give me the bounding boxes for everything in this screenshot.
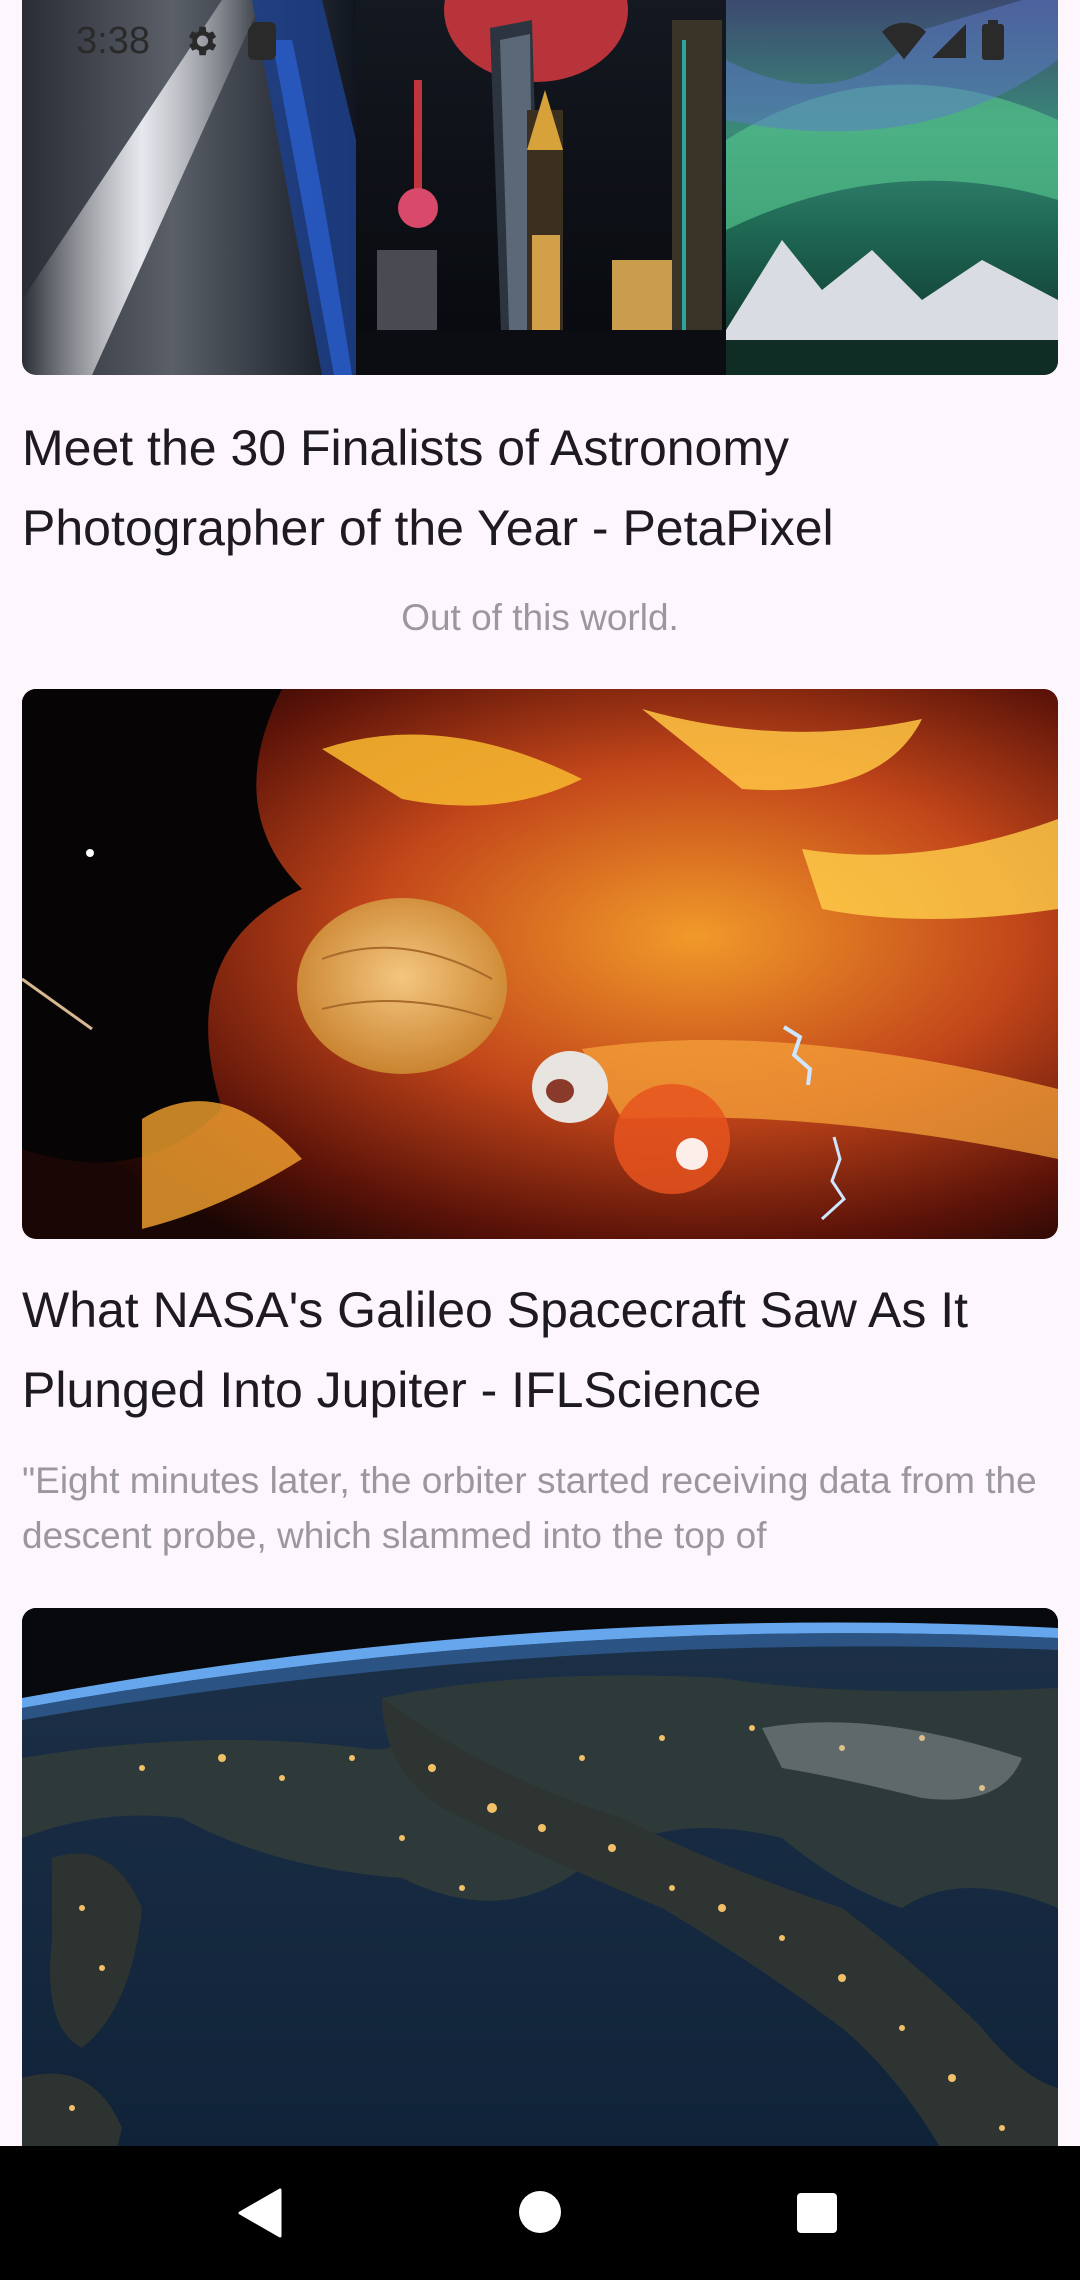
battery-icon [982, 20, 1004, 60]
sim-card-icon [248, 22, 276, 60]
cell-signal-icon [932, 24, 966, 58]
app-screen: Meet the 30 Finalists of Astronomy Photo… [0, 0, 1080, 2280]
article-title[interactable]: Meet the 30 Finalists of Astronomy Photo… [22, 408, 1058, 568]
article-image-galileo-probe[interactable] [22, 689, 1058, 1239]
home-icon[interactable] [518, 2190, 562, 2234]
news-feed[interactable]: Meet the 30 Finalists of Astronomy Photo… [0, 0, 1080, 2146]
article-image-earth-night[interactable] [22, 1608, 1058, 2146]
status-time: 3:38 [76, 20, 150, 62]
navigation-bar [0, 2146, 1080, 2280]
article-description: Out of this world. [401, 597, 679, 638]
recent-apps-icon[interactable] [796, 2192, 838, 2234]
status-bar: 3:38 [0, 0, 1080, 88]
gear-icon [188, 26, 217, 56]
article-description: "Eight minutes later, the orbiter starte… [22, 1460, 1037, 1556]
back-icon[interactable] [236, 2188, 282, 2238]
article-title[interactable]: What NASA's Galileo Spacecraft Saw As It… [22, 1270, 1058, 1430]
wifi-icon [882, 22, 926, 60]
